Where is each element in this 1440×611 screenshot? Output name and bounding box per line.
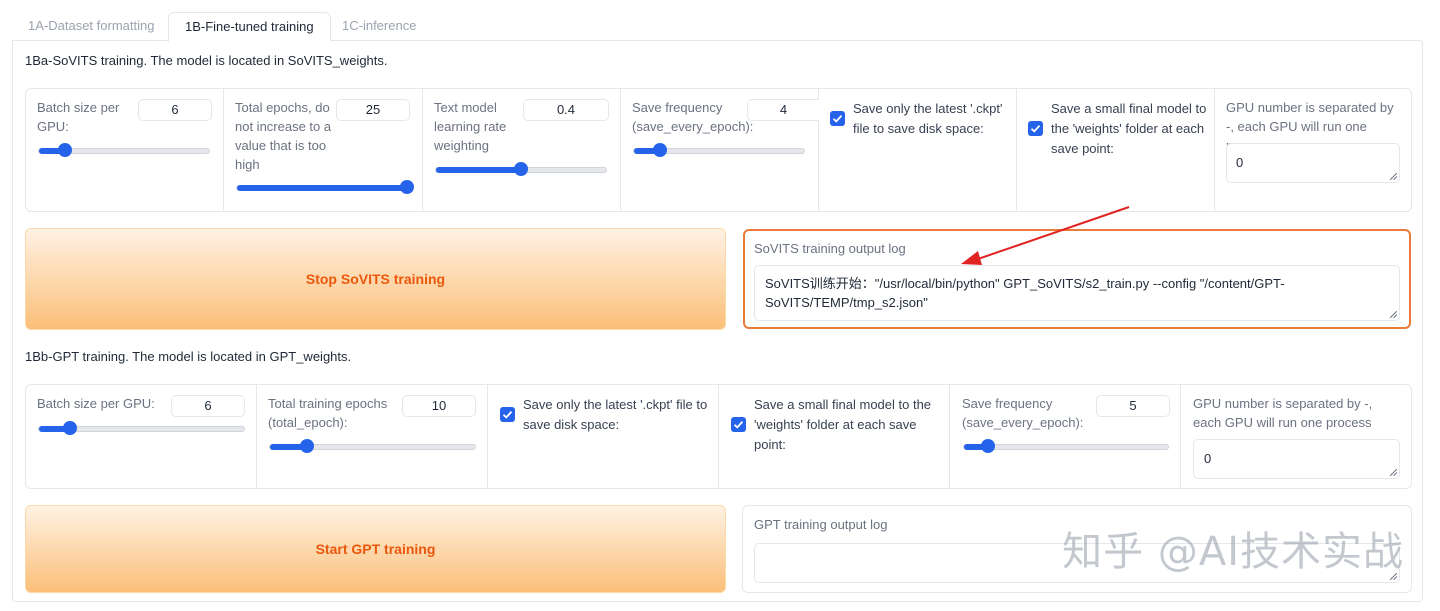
gpt-save-frequency-input[interactable]: 5: [1096, 395, 1170, 417]
gpt-gpu-cell: GPU number is separated by -, each GPU w…: [1181, 385, 1411, 488]
gpt-save-small-label: Save a small final model to the 'weights…: [754, 397, 932, 452]
gpt-batch-size-cell: Batch size per GPU: 6: [26, 385, 257, 488]
gpt-batch-size-label: Batch size per GPU:: [37, 396, 155, 411]
resize-grip-icon[interactable]: [1390, 469, 1397, 476]
gpt-batch-size-input[interactable]: 6: [171, 395, 245, 417]
gpt-batch-size-slider[interactable]: [38, 421, 245, 435]
start-gpt-training-button[interactable]: Start GPT training: [25, 505, 726, 593]
gpt-save-frequency-slider[interactable]: [963, 439, 1169, 453]
gpt-gpu-input[interactable]: 0: [1193, 439, 1400, 479]
gpt-total-epochs-label: Total training epochs (total_epoch):: [268, 396, 388, 430]
gpt-save-latest-label: Save only the latest '.ckpt' file to sav…: [523, 397, 708, 432]
gpt-log-label: GPT training output log: [754, 517, 888, 532]
gpt-heading: 1Bb-GPT training. The model is located i…: [25, 349, 352, 364]
check-icon: [733, 420, 744, 429]
gpt-save-latest-checkbox[interactable]: [500, 407, 515, 422]
slider-thumb[interactable]: [981, 439, 996, 453]
gpt-total-epochs-cell: Total training epochs (total_epoch): 10: [257, 385, 488, 488]
slider-thumb[interactable]: [62, 421, 77, 435]
tab-fine-tuned-training[interactable]: 1B-Fine-tuned training: [168, 12, 331, 42]
gpt-save-small-checkbox[interactable]: [731, 417, 746, 432]
watermark-text: 知乎 @AI技术实战: [1062, 529, 1404, 575]
gpt-total-epochs-input[interactable]: 10: [402, 395, 476, 417]
gpt-save-frequency-label: Save frequency (save_every_epoch):: [962, 396, 1084, 430]
gpt-total-epochs-slider[interactable]: [269, 439, 476, 453]
gpt-gpu-label: GPU number is separated by -, each GPU w…: [1193, 396, 1373, 430]
gpt-settings-row: Batch size per GPU: 6 Total training epo…: [25, 384, 1412, 489]
check-icon: [502, 410, 513, 419]
gpt-save-latest-cell: Save only the latest '.ckpt' file to sav…: [488, 385, 719, 488]
gpt-save-small-cell: Save a small final model to the 'weights…: [719, 385, 950, 488]
slider-thumb[interactable]: [299, 439, 314, 453]
gpt-gpu-value: 0: [1204, 451, 1212, 466]
gpt-save-frequency-cell: Save frequency (save_every_epoch): 5: [950, 385, 1181, 488]
